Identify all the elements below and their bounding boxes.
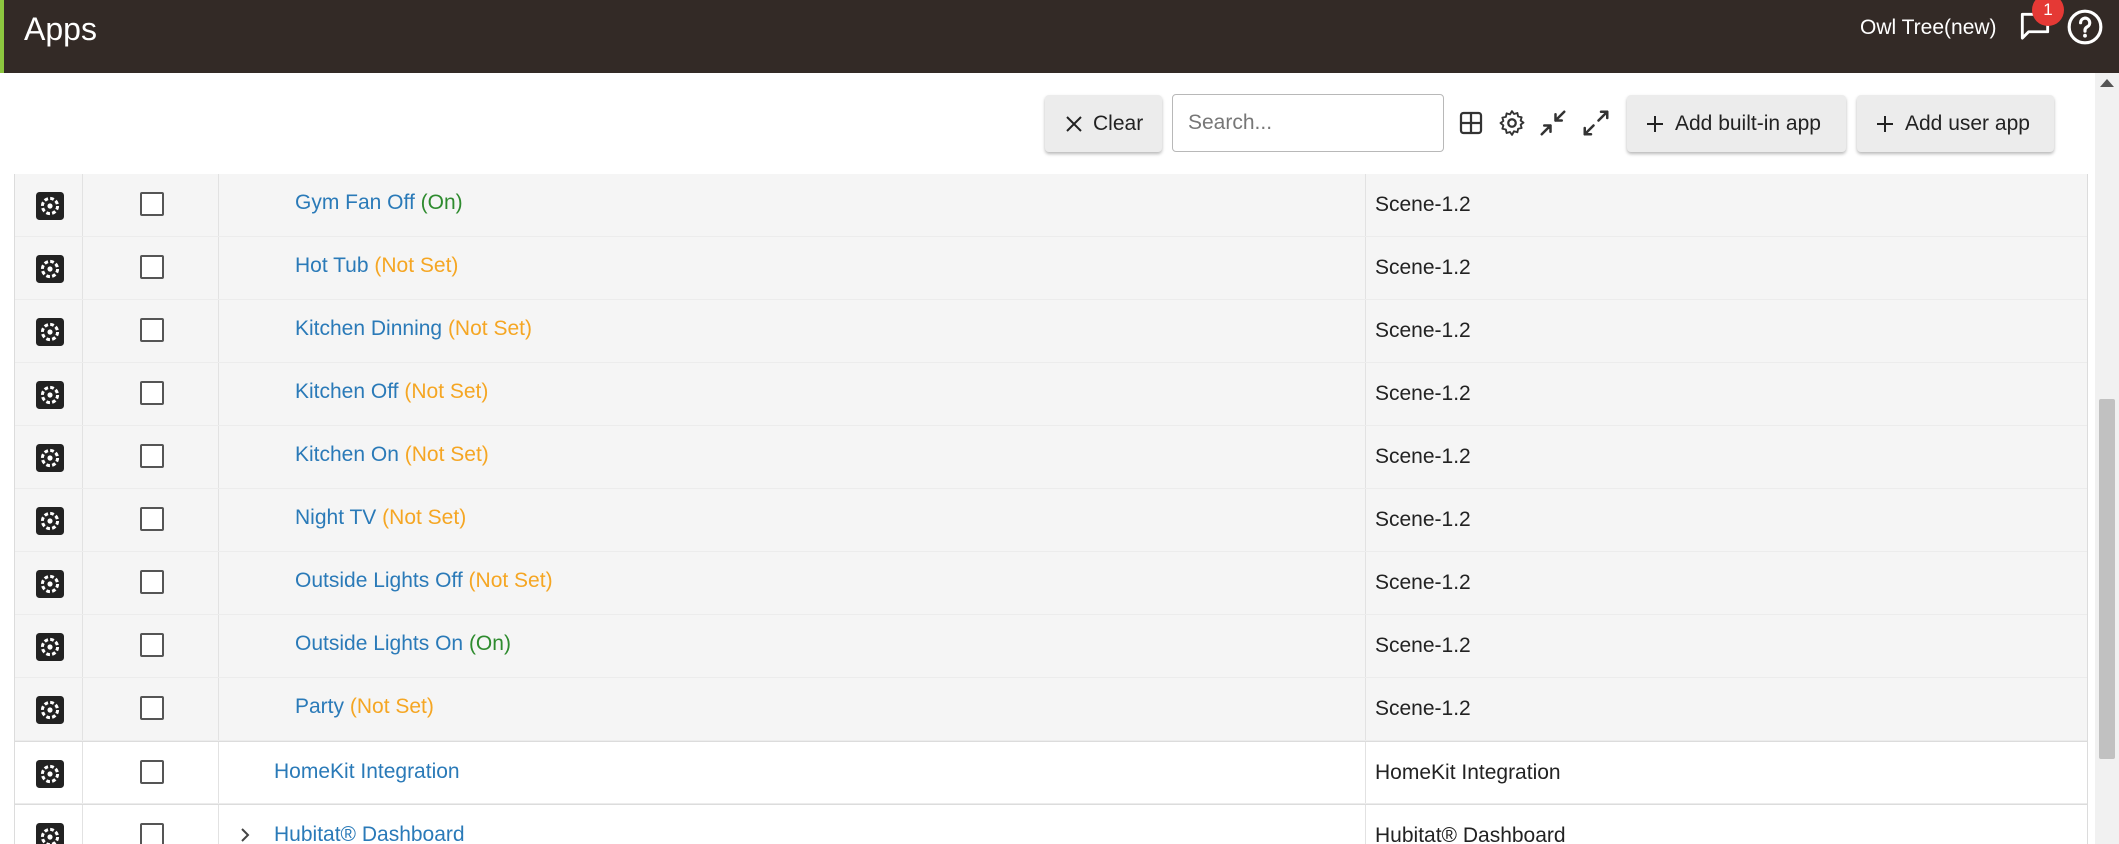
app-type: Scene-1.2 <box>1375 571 1471 594</box>
app-type: Scene-1.2 <box>1375 445 1471 468</box>
app-status: (Not Set) <box>382 506 467 529</box>
hub-name[interactable]: Owl Tree(new) <box>1860 16 1997 40</box>
page-scrollbar[interactable] <box>2095 73 2119 844</box>
table-row: Night TV (Not Set) Scene-1.2 <box>15 489 2087 552</box>
table-row: Outside Lights On (On) Scene-1.2 <box>15 615 2087 678</box>
plus-icon <box>1877 115 1893 132</box>
search-input[interactable] <box>1172 94 1444 152</box>
expand-all-icon[interactable] <box>1581 108 1611 138</box>
app-name-link[interactable]: HomeKit Integration <box>274 760 460 783</box>
row-checkbox[interactable] <box>140 823 164 844</box>
app-name-link[interactable]: Party <box>295 695 344 718</box>
row-checkbox[interactable] <box>140 570 164 594</box>
app-status: (Not Set) <box>374 254 459 277</box>
app-settings-icon[interactable] <box>36 696 64 724</box>
app-name-link[interactable]: Hubitat® Dashboard <box>274 823 465 844</box>
clear-button[interactable]: Clear <box>1045 95 1162 152</box>
app-type: Scene-1.2 <box>1375 697 1471 720</box>
app-status: (Not Set) <box>404 380 489 403</box>
row-checkbox[interactable] <box>140 381 164 405</box>
app-type: Scene-1.2 <box>1375 193 1471 216</box>
app-name-link[interactable]: Hot Tub <box>295 254 369 277</box>
collapse-all-icon[interactable] <box>1538 108 1568 138</box>
table-row: Kitchen Off (Not Set) Scene-1.2 <box>15 363 2087 426</box>
notification-badge[interactable]: 1 <box>2032 0 2064 26</box>
app-name-link[interactable]: Gym Fan Off <box>295 191 415 214</box>
add-built-in-app-button[interactable]: Add built-in app <box>1627 95 1846 152</box>
settings-gear-icon[interactable] <box>1497 108 1527 138</box>
table-row: Hot Tub (Not Set) Scene-1.2 <box>15 237 2087 300</box>
row-checkbox[interactable] <box>140 318 164 342</box>
app-status: (On) <box>420 191 463 214</box>
row-checkbox[interactable] <box>140 633 164 657</box>
app-name-link[interactable]: Night TV <box>295 506 376 529</box>
scrollbar-thumb[interactable] <box>2099 399 2115 759</box>
app-settings-icon[interactable] <box>36 381 64 409</box>
app-name-link[interactable]: Kitchen Dinning <box>295 317 442 340</box>
app-type: HomeKit Integration <box>1375 761 1561 784</box>
app-header: Apps Owl Tree(new) 1 <box>0 0 2119 73</box>
row-checkbox[interactable] <box>140 444 164 468</box>
app-name-link[interactable]: Outside Lights On <box>295 632 463 655</box>
apps-table: Gym Fan Off (On) Scene-1.2 Hot Tub (Not … <box>14 174 2088 844</box>
app-status: (Not Set) <box>468 569 553 592</box>
app-settings-icon[interactable] <box>36 192 64 220</box>
app-type: Hubitat® Dashboard <box>1375 824 1566 844</box>
clear-button-label: Clear <box>1093 111 1144 135</box>
row-checkbox[interactable] <box>140 760 164 784</box>
page-title: Apps <box>24 11 97 47</box>
apps-toolbar: Clear Add built-in app Add user app <box>0 73 2095 174</box>
app-status: (Not Set) <box>349 695 434 718</box>
app-type: Scene-1.2 <box>1375 634 1471 657</box>
app-name-link[interactable]: Kitchen Off <box>295 380 399 403</box>
app-settings-icon[interactable] <box>36 255 64 283</box>
app-settings-icon[interactable] <box>36 570 64 598</box>
app-type: Scene-1.2 <box>1375 508 1471 531</box>
table-row: Party (Not Set) Scene-1.2 <box>15 678 2087 741</box>
scroll-up-arrow-icon[interactable] <box>2100 79 2114 87</box>
plus-icon <box>1647 115 1663 132</box>
row-checkbox[interactable] <box>140 696 164 720</box>
app-status: (Not Set) <box>404 443 489 466</box>
row-checkbox[interactable] <box>140 192 164 216</box>
app-settings-icon[interactable] <box>36 760 64 788</box>
table-row: Outside Lights Off (Not Set) Scene-1.2 <box>15 552 2087 615</box>
app-status: (Not Set) <box>447 317 532 340</box>
app-type: Scene-1.2 <box>1375 382 1471 405</box>
help-icon[interactable] <box>2066 8 2104 46</box>
table-row: Hubitat® Dashboard Hubitat® Dashboard <box>15 804 2087 844</box>
app-settings-icon[interactable] <box>36 823 64 844</box>
row-checkbox[interactable] <box>140 507 164 531</box>
table-layout-icon[interactable] <box>1456 108 1486 138</box>
table-row: HomeKit Integration HomeKit Integration <box>15 741 2087 804</box>
chevron-right-icon[interactable] <box>235 825 255 844</box>
app-settings-icon[interactable] <box>36 633 64 661</box>
add-user-app-button[interactable]: Add user app <box>1857 95 2054 152</box>
close-icon <box>1066 115 1082 132</box>
app-name-link[interactable]: Kitchen On <box>295 443 399 466</box>
app-settings-icon[interactable] <box>36 318 64 346</box>
app-status: (On) <box>468 632 511 655</box>
add-user-app-label: Add user app <box>1905 111 2030 135</box>
table-row: Kitchen Dinning (Not Set) Scene-1.2 <box>15 300 2087 363</box>
app-name-link[interactable]: Outside Lights Off <box>295 569 463 592</box>
header-accent-bar <box>0 0 4 73</box>
table-row: Gym Fan Off (On) Scene-1.2 <box>15 174 2087 237</box>
app-type: Scene-1.2 <box>1375 319 1471 342</box>
app-settings-icon[interactable] <box>36 507 64 535</box>
table-row: Kitchen On (Not Set) Scene-1.2 <box>15 426 2087 489</box>
app-settings-icon[interactable] <box>36 444 64 472</box>
row-checkbox[interactable] <box>140 255 164 279</box>
add-built-in-app-label: Add built-in app <box>1675 111 1821 135</box>
app-type: Scene-1.2 <box>1375 256 1471 279</box>
